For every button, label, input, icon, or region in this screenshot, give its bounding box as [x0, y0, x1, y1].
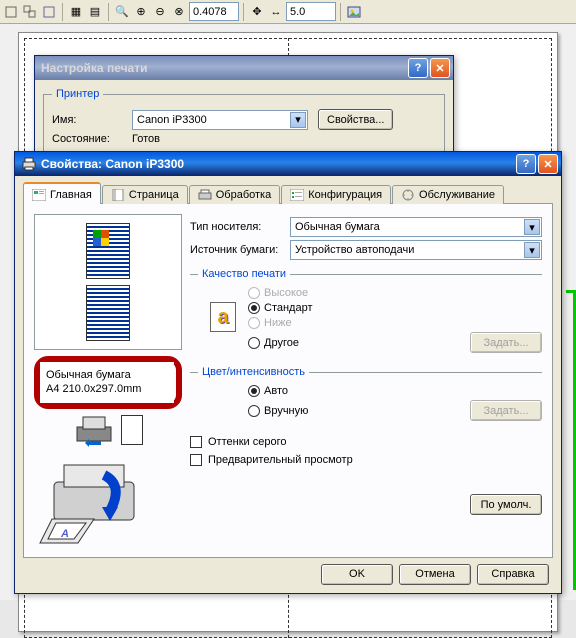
paper-preview-top [86, 223, 130, 279]
tab-config-icon [290, 189, 304, 201]
tab-config[interactable]: Конфигурация [281, 185, 391, 204]
preview-column: Обычная бумага A4 210.0x297.0mm A [34, 214, 182, 547]
tool-icon[interactable] [21, 3, 39, 21]
printer-legend: Принтер [52, 88, 103, 100]
color-legend: Цвет/интенсивность [198, 366, 309, 378]
help-button[interactable]: ? [408, 58, 428, 78]
paper-info-box: Обычная бумага A4 210.0x297.0mm [40, 362, 174, 403]
cancel-button[interactable]: Отмена [399, 564, 471, 585]
media-type-combo[interactable]: Обычная бумага▾ [290, 217, 542, 237]
feed-preview [34, 413, 182, 447]
color-group: Цвет/интенсивность Авто Вручную Задать..… [190, 366, 542, 428]
tab-processing[interactable]: Обработка [189, 185, 280, 204]
printer-group: Принтер Имя: Canon iP3300 ▾ Свойства... … [43, 88, 445, 157]
quality-high-radio [248, 287, 260, 299]
paper-source-combo[interactable]: Устройство автоподачи▾ [290, 240, 542, 260]
dialog-actions: OK Отмена Справка [23, 558, 553, 589]
properties-button[interactable]: Свойства... [318, 109, 393, 130]
tab-service-icon [401, 189, 415, 201]
tool-icon[interactable] [40, 3, 58, 21]
tab-page-icon [111, 189, 125, 201]
media-type-label: Тип носителя: [190, 221, 290, 233]
paper-preview-bottom [86, 285, 130, 341]
printer-illustration: A [34, 457, 154, 547]
tab-strip: Главная Страница Обработка Конфигурация … [23, 182, 553, 204]
dialog-titlebar[interactable]: Свойства: Canon iP3300 ? ✕ [15, 152, 561, 176]
zoom-input[interactable] [189, 2, 239, 21]
tab-service[interactable]: Обслуживание [392, 185, 504, 204]
close-button[interactable]: ✕ [430, 58, 450, 78]
tool-icon[interactable]: ▤ [86, 3, 104, 21]
quality-icon: a [210, 302, 236, 332]
printer-small-icon [73, 413, 115, 447]
zoom-out-icon[interactable]: ⊖ [151, 3, 169, 21]
color-set-button: Задать... [470, 400, 542, 421]
close-button[interactable]: ✕ [538, 154, 558, 174]
quality-legend: Качество печати [198, 268, 290, 280]
zoom-in-icon[interactable]: ⊕ [132, 3, 150, 21]
help-button[interactable]: Справка [477, 564, 549, 585]
quality-low-radio [248, 317, 260, 329]
help-button[interactable]: ? [516, 154, 536, 174]
highlight-annotation: Обычная бумага A4 210.0x297.0mm [34, 356, 182, 409]
tab-main-panel: Обычная бумага A4 210.0x297.0mm A [23, 204, 553, 558]
move-icon[interactable]: ✥ [248, 3, 266, 21]
color-auto-radio[interactable] [248, 385, 260, 397]
grayscale-checkbox[interactable] [190, 436, 202, 448]
settings-column: Тип носителя: Обычная бумага▾ Источник б… [190, 214, 542, 547]
dimension-icon[interactable]: ↔ [267, 3, 285, 21]
quality-set-button: Задать... [470, 332, 542, 353]
printer-icon [21, 156, 37, 172]
chevron-down-icon[interactable]: ▾ [524, 219, 540, 235]
size-input[interactable] [286, 2, 336, 21]
tab-main-icon [32, 189, 46, 201]
image-icon[interactable] [345, 3, 363, 21]
ok-button[interactable]: OK [321, 564, 393, 585]
svg-text:A: A [60, 528, 69, 540]
chevron-down-icon[interactable]: ▾ [290, 112, 306, 128]
app-toolbar: ▦ ▤ 🔍 ⊕ ⊖ ⊗ ✥ ↔ [0, 0, 576, 24]
printer-properties-dialog: Свойства: Canon iP3300 ? ✕ Главная Стран… [14, 151, 562, 594]
tool-icon[interactable]: ▦ [67, 3, 85, 21]
printer-name-combo[interactable]: Canon iP3300 ▾ [132, 110, 308, 130]
dialog-title: Настройка печати [41, 61, 406, 75]
zoom-all-icon[interactable]: ⊗ [170, 3, 188, 21]
chevron-down-icon[interactable]: ▾ [524, 242, 540, 258]
quality-group: Качество печати a Высокое Стандарт Ниже … [190, 268, 542, 360]
tab-page[interactable]: Страница [102, 185, 188, 204]
defaults-button[interactable]: По умолч. [470, 494, 542, 515]
paper-source-label: Источник бумаги: [190, 244, 290, 256]
status-label: Состояние: [52, 133, 132, 145]
quality-other-radio[interactable] [248, 337, 260, 349]
status-value: Готов [132, 133, 160, 145]
name-label: Имя: [52, 114, 132, 126]
dialog-titlebar[interactable]: Настройка печати ? ✕ [35, 56, 453, 80]
tab-main[interactable]: Главная [23, 182, 101, 204]
color-manual-radio[interactable] [248, 405, 260, 417]
tab-proc-icon [198, 189, 212, 201]
zoom-fit-icon[interactable]: 🔍 [113, 3, 131, 21]
tool-icon[interactable] [2, 3, 20, 21]
dialog-title: Свойства: Canon iP3300 [41, 157, 514, 171]
preview-checkbox[interactable] [190, 454, 202, 466]
quality-std-radio[interactable] [248, 302, 260, 314]
